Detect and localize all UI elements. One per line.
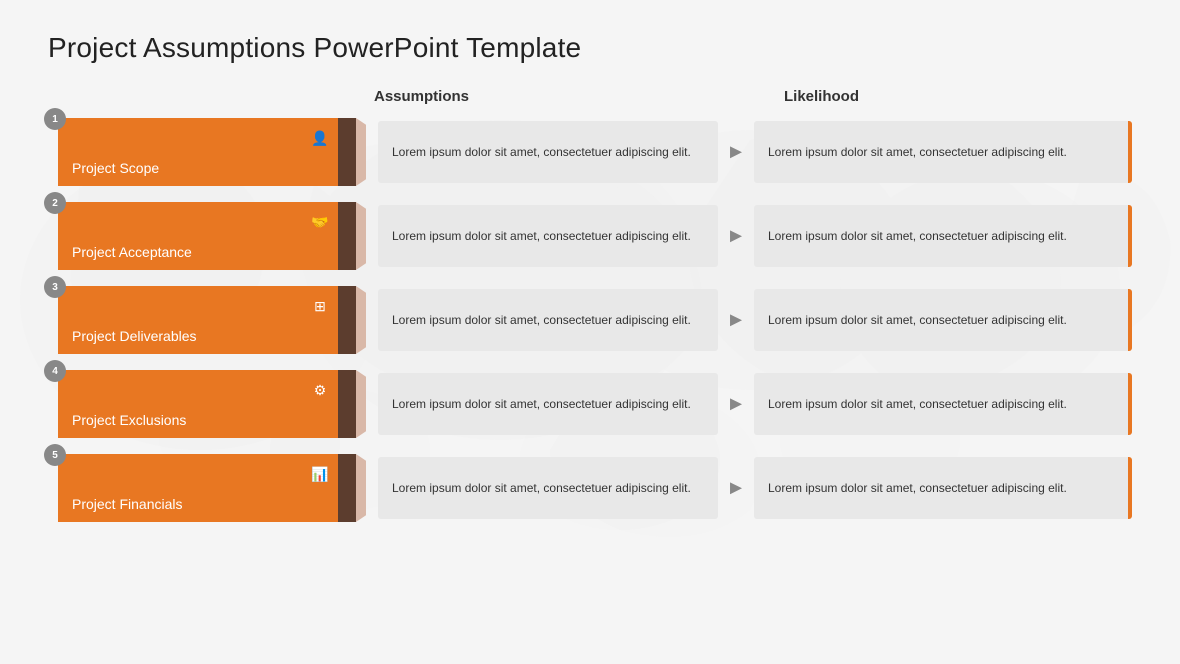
assumption-text-2: Lorem ipsum dolor sit amet, consectetuer… — [392, 311, 691, 329]
assumption-text-0: Lorem ipsum dolor sit amet, consectetuer… — [392, 143, 691, 161]
likelihood-text-3: Lorem ipsum dolor sit amet, consectetuer… — [768, 395, 1067, 413]
assumption-text-4: Lorem ipsum dolor sit amet, consectetuer… — [392, 479, 691, 497]
number-badge-2: 3 — [44, 276, 66, 298]
fold-dark-3 — [338, 370, 356, 438]
fold-dark-1 — [338, 202, 356, 270]
table-row: 1 Project Scope 👤 Lorem ipsum dolor sit … — [48, 113, 1132, 191]
assumption-box-1: Lorem ipsum dolor sit amet, consectetuer… — [378, 205, 718, 267]
grid-icon: ⊞ — [308, 294, 332, 318]
label-block-4: 5 Project Financials 📊 — [48, 454, 338, 522]
fold-dark-2 — [338, 286, 356, 354]
column-headers: Assumptions Likelihood — [358, 88, 1132, 105]
arrow-connector-2: ► — [718, 309, 754, 332]
rows-container: 1 Project Scope 👤 Lorem ipsum dolor sit … — [48, 113, 1132, 527]
assumption-box-0: Lorem ipsum dolor sit amet, consectetuer… — [378, 121, 718, 183]
likelihood-text-0: Lorem ipsum dolor sit amet, consectetuer… — [768, 143, 1067, 161]
number-badge-4: 5 — [44, 444, 66, 466]
fold-light-3 — [356, 370, 366, 438]
label-block-2: 3 Project Deliverables ⊞ — [48, 286, 338, 354]
arrow-connector-3: ► — [718, 393, 754, 416]
row-label-0: Project Scope — [72, 160, 159, 176]
likelihood-header: Likelihood — [728, 88, 1098, 105]
fold-light-0 — [356, 118, 366, 186]
fold-2 — [338, 286, 366, 354]
row-label-2: Project Deliverables — [72, 328, 197, 344]
assumption-box-3: Lorem ipsum dolor sit amet, consectetuer… — [378, 373, 718, 435]
fold-3 — [338, 370, 366, 438]
main-container: Project Assumptions PowerPoint Template … — [0, 0, 1180, 664]
assumption-text-3: Lorem ipsum dolor sit amet, consectetuer… — [392, 395, 691, 413]
orange-bar-1: Project Acceptance 🤝 — [58, 202, 338, 270]
orange-bar-2: Project Deliverables ⊞ — [58, 286, 338, 354]
arrow-connector-0: ► — [718, 141, 754, 164]
likelihood-text-1: Lorem ipsum dolor sit amet, consectetuer… — [768, 227, 1067, 245]
orange-bar-0: Project Scope 👤 — [58, 118, 338, 186]
likelihood-box-1: Lorem ipsum dolor sit amet, consectetuer… — [754, 205, 1132, 267]
table-row: 2 Project Acceptance 🤝 Lorem ipsum dolor… — [48, 197, 1132, 275]
fold-4 — [338, 454, 366, 522]
fold-light-2 — [356, 286, 366, 354]
page-title: Project Assumptions PowerPoint Template — [48, 32, 1132, 64]
fold-dark-4 — [338, 454, 356, 522]
fold-light-1 — [356, 202, 366, 270]
likelihood-text-2: Lorem ipsum dolor sit amet, consectetuer… — [768, 311, 1067, 329]
row-label-3: Project Exclusions — [72, 412, 186, 428]
likelihood-text-4: Lorem ipsum dolor sit amet, consectetuer… — [768, 479, 1067, 497]
fold-dark-0 — [338, 118, 356, 186]
number-badge-1: 2 — [44, 192, 66, 214]
likelihood-box-3: Lorem ipsum dolor sit amet, consectetuer… — [754, 373, 1132, 435]
chart-icon: 📊 — [308, 462, 332, 486]
assumption-box-4: Lorem ipsum dolor sit amet, consectetuer… — [378, 457, 718, 519]
assumptions-header: Assumptions — [358, 88, 728, 105]
arrow-connector-4: ► — [718, 477, 754, 500]
orange-bar-3: Project Exclusions ⚙ — [58, 370, 338, 438]
person-icon: 👤 — [308, 126, 332, 150]
number-badge-3: 4 — [44, 360, 66, 382]
table-row: 4 Project Exclusions ⚙ Lorem ipsum dolor… — [48, 365, 1132, 443]
assumption-text-1: Lorem ipsum dolor sit amet, consectetuer… — [392, 227, 691, 245]
orange-bar-4: Project Financials 📊 — [58, 454, 338, 522]
fold-light-4 — [356, 454, 366, 522]
row-label-4: Project Financials — [72, 496, 183, 512]
assumption-box-2: Lorem ipsum dolor sit amet, consectetuer… — [378, 289, 718, 351]
likelihood-box-2: Lorem ipsum dolor sit amet, consectetuer… — [754, 289, 1132, 351]
label-block-0: 1 Project Scope 👤 — [48, 118, 338, 186]
table-row: 3 Project Deliverables ⊞ Lorem ipsum dol… — [48, 281, 1132, 359]
row-label-1: Project Acceptance — [72, 244, 192, 260]
fold-1 — [338, 202, 366, 270]
label-block-3: 4 Project Exclusions ⚙ — [48, 370, 338, 438]
number-badge-0: 1 — [44, 108, 66, 130]
handshake-icon: 🤝 — [308, 210, 332, 234]
gear-icon: ⚙ — [308, 378, 332, 402]
likelihood-box-0: Lorem ipsum dolor sit amet, consectetuer… — [754, 121, 1132, 183]
fold-0 — [338, 118, 366, 186]
label-block-1: 2 Project Acceptance 🤝 — [48, 202, 338, 270]
table-row: 5 Project Financials 📊 Lorem ipsum dolor… — [48, 449, 1132, 527]
arrow-connector-1: ► — [718, 225, 754, 248]
likelihood-box-4: Lorem ipsum dolor sit amet, consectetuer… — [754, 457, 1132, 519]
